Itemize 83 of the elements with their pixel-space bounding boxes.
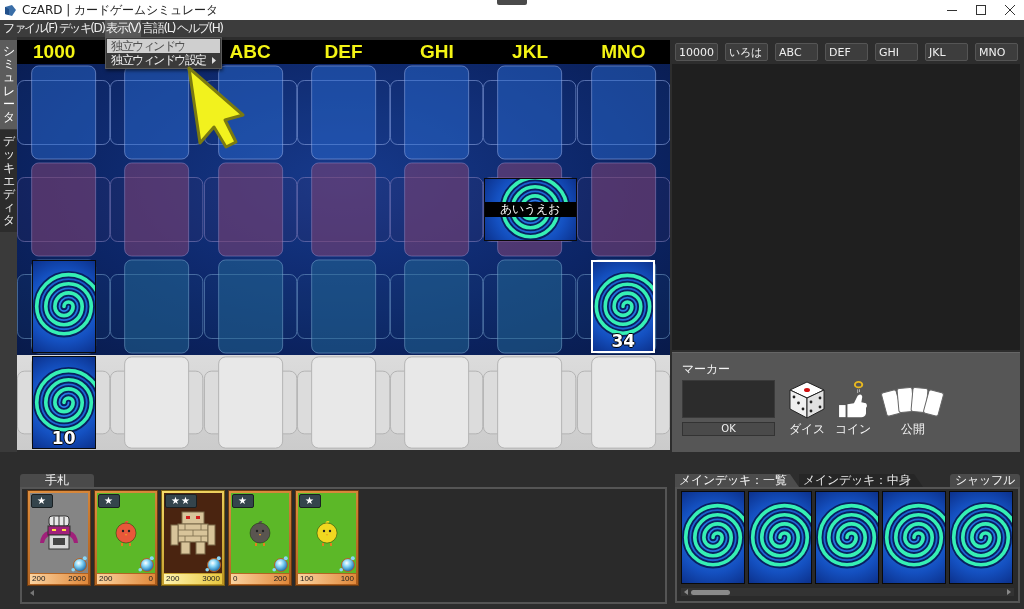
orb-icon (272, 556, 288, 572)
star-badge: ★ (299, 494, 321, 508)
orb-icon (205, 556, 221, 572)
column-header: DEF (324, 41, 363, 63)
menu-item[interactable]: ファイル(F) (2, 20, 58, 37)
card-stat: 200 (32, 574, 46, 584)
card-stat: 0 (233, 574, 238, 584)
star-badge: ★ (232, 494, 254, 508)
star-badge: ★★ (165, 494, 197, 508)
column-name-button[interactable]: いろは (725, 43, 768, 61)
column-name-button[interactable]: 10000 (675, 43, 718, 61)
column-name-button[interactable]: ABC (775, 43, 818, 61)
card-back[interactable]: 34 (591, 260, 656, 353)
marker-field[interactable] (682, 380, 775, 418)
card-back[interactable] (681, 491, 745, 584)
card-count: 34 (611, 333, 636, 350)
menu-option[interactable]: 独立ウィンドウ設定 (107, 53, 220, 67)
sidebar-tab[interactable]: シミュレータ (0, 40, 17, 130)
card-back[interactable] (815, 491, 879, 584)
scrollbar-thumb[interactable] (691, 589, 730, 595)
app-icon (4, 4, 16, 16)
card-stat: 200 (273, 574, 287, 584)
column-name-button[interactable]: GHI (875, 43, 918, 61)
card-count: 10 (51, 430, 76, 447)
dice-button[interactable]: ダイス (789, 380, 825, 438)
column-header: JKL (512, 41, 548, 63)
minimize-icon (946, 9, 957, 11)
column-name-button[interactable]: DEF (825, 43, 868, 61)
card-stat: 100 (340, 574, 354, 584)
menu-item[interactable]: ヘルプ(H) (176, 20, 224, 37)
deck-tab[interactable]: メインデッキ：一覧 (675, 474, 799, 487)
card-stat: 0 (148, 574, 153, 584)
column-name-button[interactable]: JKL (925, 43, 968, 61)
card-back[interactable] (882, 491, 946, 584)
reveal-button[interactable]: 公開 (881, 380, 945, 438)
scroll-right-icon[interactable] (1007, 589, 1011, 595)
menu-item[interactable]: 表示(V) (105, 20, 142, 37)
hand-tab[interactable]: 手札 (20, 474, 94, 487)
monster-card[interactable]: ★★ 200 3000 (161, 490, 225, 586)
column-header: GHI (419, 41, 454, 63)
card-fan-icon (881, 385, 945, 419)
ok-button[interactable]: OK (682, 422, 775, 436)
star-badge: ★ (98, 494, 120, 508)
column-header: MNO (601, 41, 646, 63)
shuffle-button[interactable]: シャッフル (950, 474, 1020, 487)
thumbs-up-coin-icon (837, 380, 869, 419)
menu-item[interactable]: 言語(L) (141, 20, 176, 37)
scroll-left-icon[interactable] (30, 590, 34, 596)
monster-card[interactable]: ★ 200 2000 (27, 490, 91, 586)
card-stat: 100 (300, 574, 314, 584)
menu-item[interactable]: デッキ(D) (57, 20, 106, 37)
monster-card[interactable]: ★ 0 200 (228, 490, 292, 586)
orb-icon (138, 556, 154, 572)
maximize-icon (975, 5, 986, 15)
card[interactable]: あいうえお (483, 178, 577, 241)
marker-label: マーカー (682, 361, 730, 378)
monster-card[interactable]: ★ 100 100 (295, 490, 359, 586)
close-icon (1004, 5, 1015, 15)
column-name-button[interactable]: MNO (975, 43, 1018, 61)
scrollbar[interactable] (681, 588, 1014, 596)
card-back[interactable] (748, 491, 812, 584)
deck-tab[interactable]: メインデッキ：中身 (799, 474, 923, 487)
sidebar-tab[interactable]: デッキエディタ (0, 130, 17, 233)
card-back[interactable]: 10 (31, 356, 96, 449)
grip-icon (497, 0, 527, 5)
column-header: 1000 (33, 41, 76, 63)
card-stat: 200 (99, 574, 113, 584)
column-header: ABC (229, 41, 271, 63)
orb-icon (339, 556, 355, 572)
window-title: CzARD | カードゲームシミュレータ (22, 1, 219, 19)
monster-card[interactable]: ★ 200 0 (94, 490, 158, 586)
coin-toss-button[interactable]: コイン (835, 380, 871, 438)
card-stat: 200 (166, 574, 180, 584)
card-stat: 3000 (202, 574, 220, 584)
orb-icon (71, 556, 87, 572)
star-badge: ★ (31, 494, 53, 508)
card-stat: 2000 (68, 574, 86, 584)
card-back[interactable] (31, 260, 96, 353)
scroll-left-icon[interactable] (684, 589, 688, 595)
card-back[interactable] (949, 491, 1013, 584)
dice-icon (789, 381, 825, 419)
card-name: あいうえお (484, 202, 576, 217)
menu-option[interactable]: 独立ウィンドウ (107, 39, 220, 53)
